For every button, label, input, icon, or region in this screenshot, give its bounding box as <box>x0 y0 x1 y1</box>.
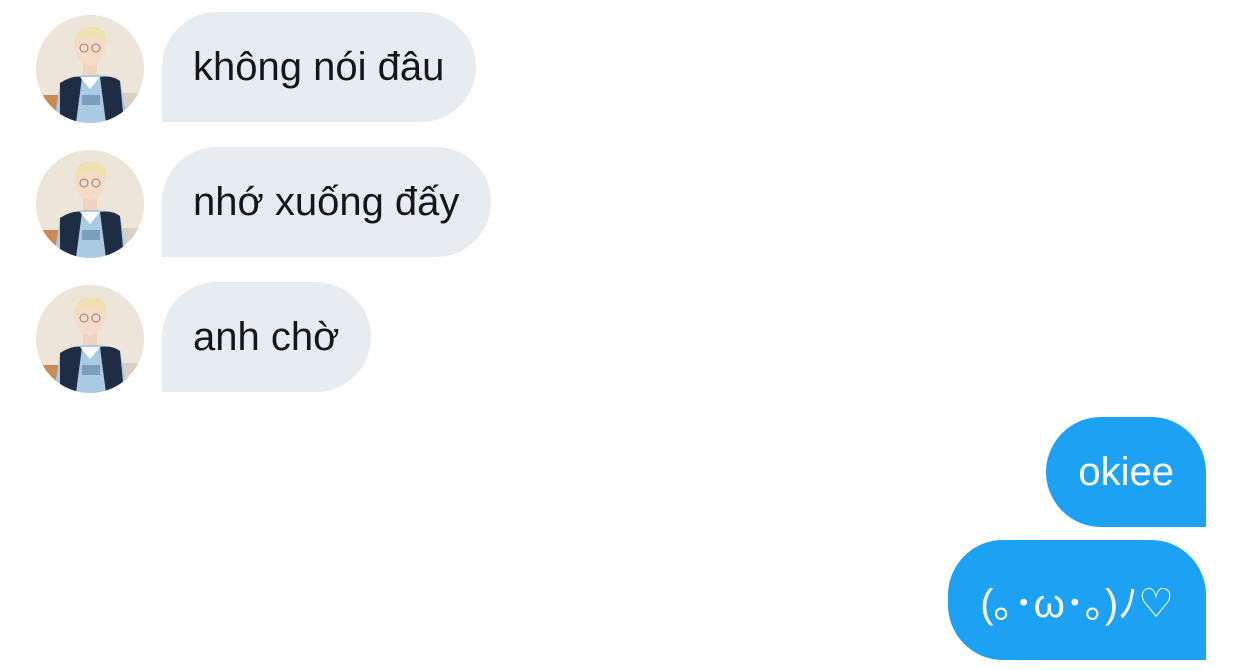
message-text: anh chờ <box>193 314 340 359</box>
incoming-message-bubble[interactable]: không nói đâu <box>162 12 477 122</box>
outgoing-message-bubble[interactable]: okiee <box>1046 417 1206 527</box>
message-row-outgoing: okiee <box>0 417 1242 527</box>
incoming-message-bubble[interactable]: nhớ xuống đấy <box>162 147 492 257</box>
avatar-photo <box>36 285 144 393</box>
avatar-photo <box>36 150 144 258</box>
outgoing-message-bubble[interactable]: (｡･ω･｡)ﾉ♡ <box>948 540 1206 660</box>
avatar-photo <box>36 15 144 123</box>
incoming-message-bubble[interactable]: anh chờ <box>162 282 372 392</box>
message-row-incoming: nhớ xuống đấy <box>0 147 1242 258</box>
message-text: (｡･ω･｡)ﾉ♡ <box>980 582 1174 626</box>
message-row-incoming: anh chờ <box>0 282 1242 393</box>
message-text: không nói đâu <box>193 44 445 89</box>
message-row-outgoing: (｡･ω･｡)ﾉ♡ <box>0 540 1242 660</box>
sender-avatar[interactable] <box>36 15 144 123</box>
message-text: okiee <box>1078 449 1174 494</box>
message-row-incoming: không nói đâu <box>0 12 1242 123</box>
sender-avatar[interactable] <box>36 150 144 258</box>
message-text: nhớ xuống đấy <box>193 179 460 224</box>
sender-avatar[interactable] <box>36 285 144 393</box>
